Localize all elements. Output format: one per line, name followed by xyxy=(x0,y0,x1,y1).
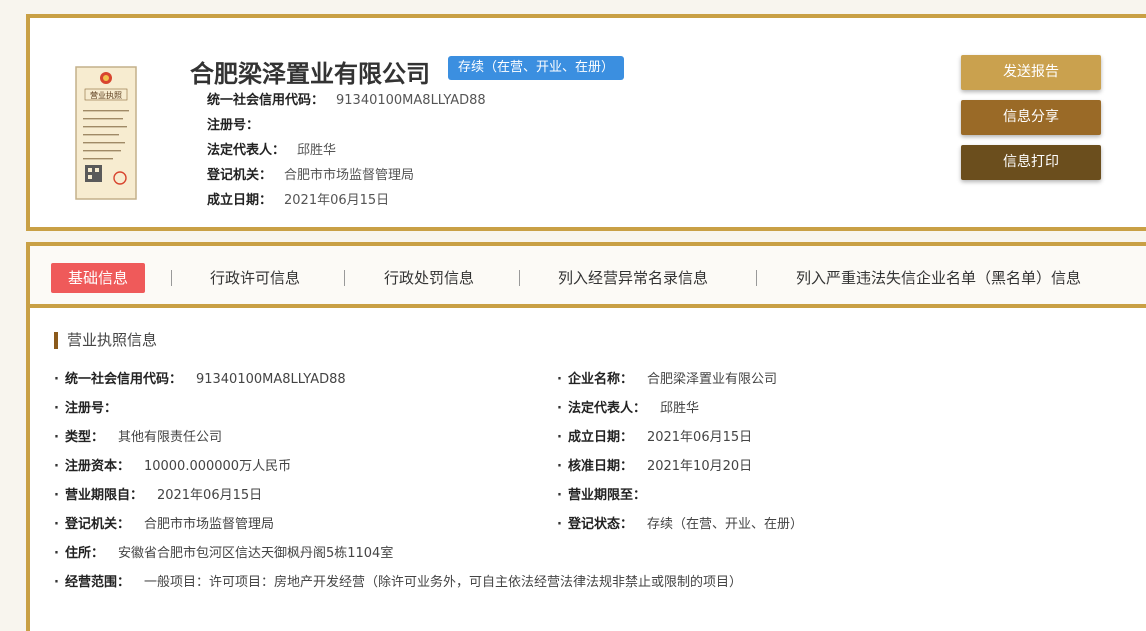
field-est-date: · 成立日期： 2021年06月15日 xyxy=(557,430,753,445)
field-address: · 住所： 安徽省合肥市包河区信达天御枫丹阁5栋1104室 xyxy=(54,546,394,561)
field-term-from: · 营业期限自： 2021年06月15日 xyxy=(54,488,263,503)
business-license-icon: 营业执照 xyxy=(75,66,137,200)
field-reg-capital: · 注册资本： 10000.000000万人民币 xyxy=(54,459,292,474)
company-name: 合肥梁泽置业有限公司 xyxy=(190,60,430,88)
tab-divider xyxy=(344,270,345,286)
tab-basic-info[interactable]: 基础信息 xyxy=(51,263,146,293)
company-header-card: 营业执照 合肥梁泽置业有限公司 存续（在营、开业、在册） 统一社会信用代码： 91… xyxy=(26,14,1146,231)
tab-blacklist[interactable]: 列入严重违法失信企业名单（黑名单）信息 xyxy=(796,263,1081,293)
summary-est-date: 成立日期： 2021年06月15日 xyxy=(207,193,390,208)
tab-divider xyxy=(171,270,172,286)
tab-admin-license[interactable]: 行政许可信息 xyxy=(210,263,300,293)
tab-divider xyxy=(756,270,757,286)
section-title: 营业执照信息 xyxy=(54,332,157,349)
field-term-to: · 营业期限至： xyxy=(557,488,646,503)
field-type: · 类型： 其他有限责任公司 xyxy=(54,430,222,445)
field-approval-date: · 核准日期： 2021年10月20日 xyxy=(557,459,753,474)
detail-card: 基础信息 行政许可信息 行政处罚信息 列入经营异常名录信息 列入严重违法失信企业… xyxy=(26,242,1146,631)
summary-credit-code: 统一社会信用代码： 91340100MA8LLYAD88 xyxy=(207,93,486,108)
field-credit-code: · 统一社会信用代码： 91340100MA8LLYAD88 xyxy=(54,372,346,387)
field-company-name: · 企业名称： 合肥梁泽置业有限公司 xyxy=(557,372,777,387)
summary-legal-rep: 法定代表人： 邱胜华 xyxy=(207,143,337,158)
tab-divider xyxy=(519,270,520,286)
field-legal-rep: · 法定代表人： 邱胜华 xyxy=(557,401,699,416)
field-reg-authority: · 登记机关： 合肥市市场监督管理局 xyxy=(54,517,274,532)
print-info-button[interactable]: 信息打印 xyxy=(961,145,1101,180)
tab-admin-penalty[interactable]: 行政处罚信息 xyxy=(384,263,474,293)
field-reg-status: · 登记状态： 存续（在营、开业、在册） xyxy=(557,517,803,532)
summary-reg-authority: 登记机关： 合肥市市场监督管理局 xyxy=(207,168,415,183)
tab-abnormal-operation[interactable]: 列入经营异常名录信息 xyxy=(558,263,708,293)
field-business-scope: · 经营范围： 一般项目：许可项目：房地产开发经营（除许可业务外，可自主依法经营法律… xyxy=(54,575,742,590)
field-reg-number: · 注册号： xyxy=(54,401,117,416)
status-badge: 存续（在营、开业、在册） xyxy=(448,56,625,80)
send-report-button[interactable]: 发送报告 xyxy=(961,55,1101,90)
summary-reg-number: 注册号： xyxy=(207,118,260,133)
tab-bar: 基础信息 行政许可信息 行政处罚信息 列入经营异常名录信息 列入严重违法失信企业… xyxy=(30,246,1146,308)
share-info-button[interactable]: 信息分享 xyxy=(961,100,1101,135)
company-summary: 统一社会信用代码： 91340100MA8LLYAD88 注册号： 法定代表人：邱… xyxy=(207,88,486,213)
license-title: 营业执照 xyxy=(90,90,122,100)
